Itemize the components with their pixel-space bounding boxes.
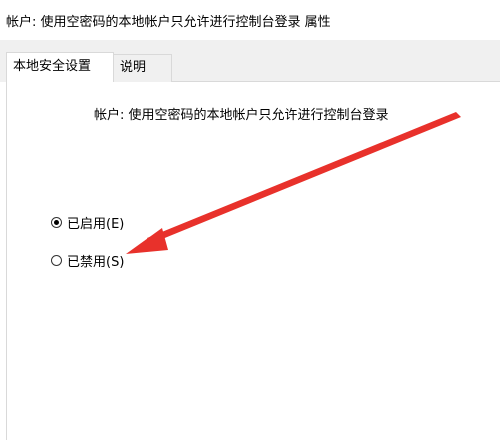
tab-label: 本地安全设置 [13, 59, 92, 74]
title-bar[interactable]: 帐户: 使用空密码的本地帐户只允许进行控制台登录 属性 [0, 0, 500, 40]
radio-disabled-label[interactable]: 已禁用(S) [67, 251, 124, 270]
radio-unchecked-icon[interactable] [51, 254, 62, 266]
properties-dialog: 帐户: 使用空密码的本地帐户只允许进行控制台登录 属性 本地安全设置 说明 帐户… [0, 0, 500, 440]
radio-checked-icon[interactable] [51, 216, 62, 228]
tab-label: 说明 [120, 60, 147, 75]
radio-enabled[interactable]: 已启用(E) [51, 212, 124, 232]
radio-enabled-label[interactable]: 已启用(E) [67, 213, 124, 232]
policy-name: 帐户: 使用空密码的本地帐户只允许进行控制台登录 [94, 108, 389, 123]
radio-disabled[interactable]: 已禁用(S) [51, 250, 124, 270]
tab-explain[interactable]: 说明 [114, 54, 172, 82]
tab-local-security-setting[interactable]: 本地安全设置 [6, 52, 114, 82]
window-title: 帐户: 使用空密码的本地帐户只允许进行控制台登录 属性 [6, 15, 331, 30]
